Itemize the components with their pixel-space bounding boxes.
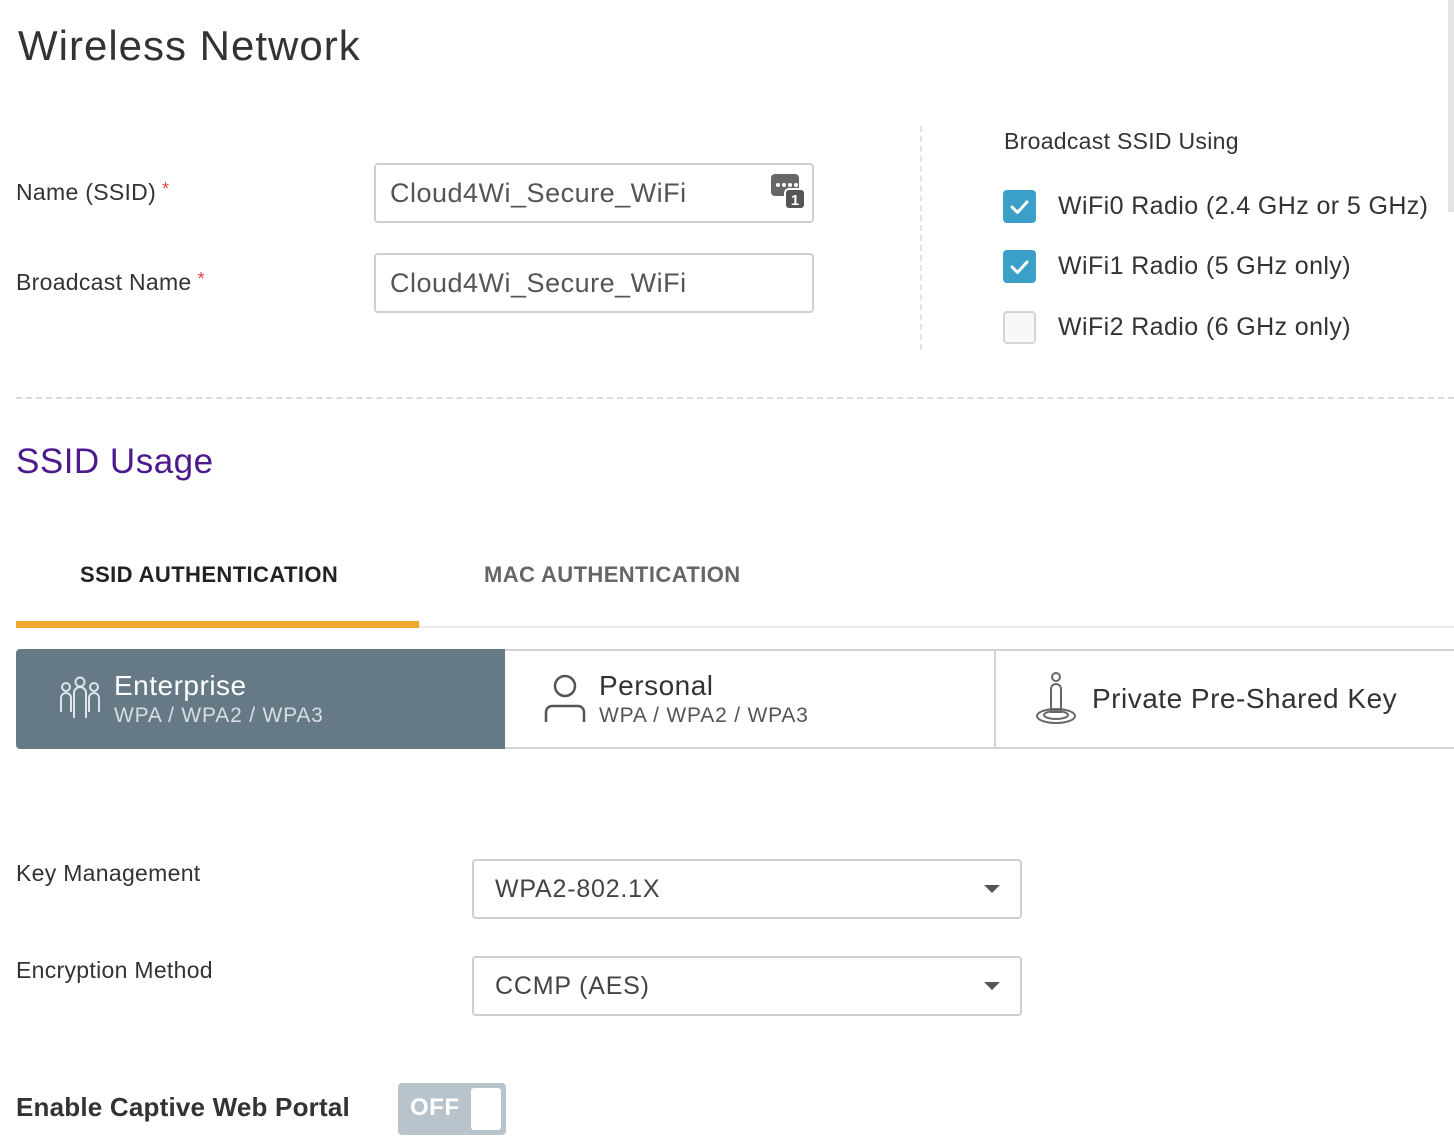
tab-baseline <box>419 626 1454 628</box>
auth-option-enterprise[interactable]: Enterprise WPA / WPA2 / WPA3 <box>16 649 507 749</box>
ssid-usage-title: SSID Usage <box>16 442 214 481</box>
toggle-knob <box>471 1088 501 1130</box>
page-title: Wireless Network <box>18 22 361 69</box>
encryption-method-select[interactable]: CCMP (AES) <box>472 956 1022 1016</box>
horizontal-divider <box>16 397 1454 399</box>
radio-option-wifi1[interactable]: WiFi1 Radio (5 GHz only) <box>1003 250 1351 283</box>
check-icon <box>1010 200 1029 214</box>
key-management-label: Key Management <box>16 860 201 886</box>
checkbox-wifi2[interactable] <box>1003 311 1036 344</box>
key-management-select[interactable]: WPA2-802.1X <box>472 859 1022 919</box>
chevron-down-icon <box>984 982 1000 990</box>
checkbox-wifi0[interactable] <box>1003 190 1036 223</box>
required-mark: * <box>162 179 170 199</box>
required-mark: * <box>197 269 205 289</box>
ssid-name-input[interactable] <box>374 163 814 223</box>
auth-option-ppsk[interactable]: Private Pre-Shared Key <box>994 649 1454 749</box>
broadcast-name-label-text: Broadcast Name <box>16 269 192 295</box>
password-manager-badge: 1 <box>791 192 799 209</box>
radio-option-wifi0[interactable]: WiFi0 Radio (2.4 GHz or 5 GHz) <box>1003 190 1428 223</box>
card-title: Enterprise <box>114 670 247 701</box>
chevron-down-icon <box>984 885 1000 893</box>
active-tab-indicator <box>16 621 419 628</box>
select-value: WPA2-802.1X <box>495 874 661 903</box>
card-subtitle: WPA / WPA2 / WPA3 <box>114 704 324 727</box>
scrollbar-track[interactable] <box>1448 0 1454 212</box>
select-value: CCMP (AES) <box>495 971 650 1000</box>
toggle-state-text: OFF <box>410 1094 460 1121</box>
broadcast-ssid-title: Broadcast SSID Using <box>1004 128 1239 154</box>
checkbox-label: WiFi0 Radio (2.4 GHz or 5 GHz) <box>1058 192 1429 220</box>
captive-portal-label: Enable Captive Web Portal <box>16 1092 350 1122</box>
broadcast-name-input[interactable] <box>374 253 814 313</box>
checkbox-wifi1[interactable] <box>1003 250 1036 283</box>
card-title: Private Pre-Shared Key <box>1092 683 1398 714</box>
captive-portal-toggle[interactable]: OFF <box>398 1083 506 1135</box>
group-icon <box>58 674 102 724</box>
radio-option-wifi2[interactable]: WiFi2 Radio (6 GHz only) <box>1003 311 1351 344</box>
check-icon <box>1010 260 1029 274</box>
checkbox-label: WiFi2 Radio (6 GHz only) <box>1058 313 1351 341</box>
broadcast-name-label: Broadcast Name * <box>16 269 205 296</box>
tab-ssid-authentication[interactable]: SSID AUTHENTICATION <box>80 562 338 588</box>
vertical-divider <box>920 126 922 350</box>
person-pin-icon <box>1034 672 1078 726</box>
encryption-method-label: Encryption Method <box>16 957 213 983</box>
card-title: Personal <box>599 670 714 701</box>
card-subtitle: WPA / WPA2 / WPA3 <box>599 704 809 727</box>
ssid-name-label-text: Name (SSID) <box>16 179 157 205</box>
checkbox-label: WiFi1 Radio (5 GHz only) <box>1058 252 1351 280</box>
ssid-name-label: Name (SSID) * <box>16 179 169 206</box>
user-icon <box>543 674 587 724</box>
auth-option-personal[interactable]: Personal WPA / WPA2 / WPA3 <box>505 649 996 749</box>
tab-mac-authentication[interactable]: MAC AUTHENTICATION <box>484 562 741 588</box>
password-manager-icon[interactable]: 1 <box>771 174 806 210</box>
